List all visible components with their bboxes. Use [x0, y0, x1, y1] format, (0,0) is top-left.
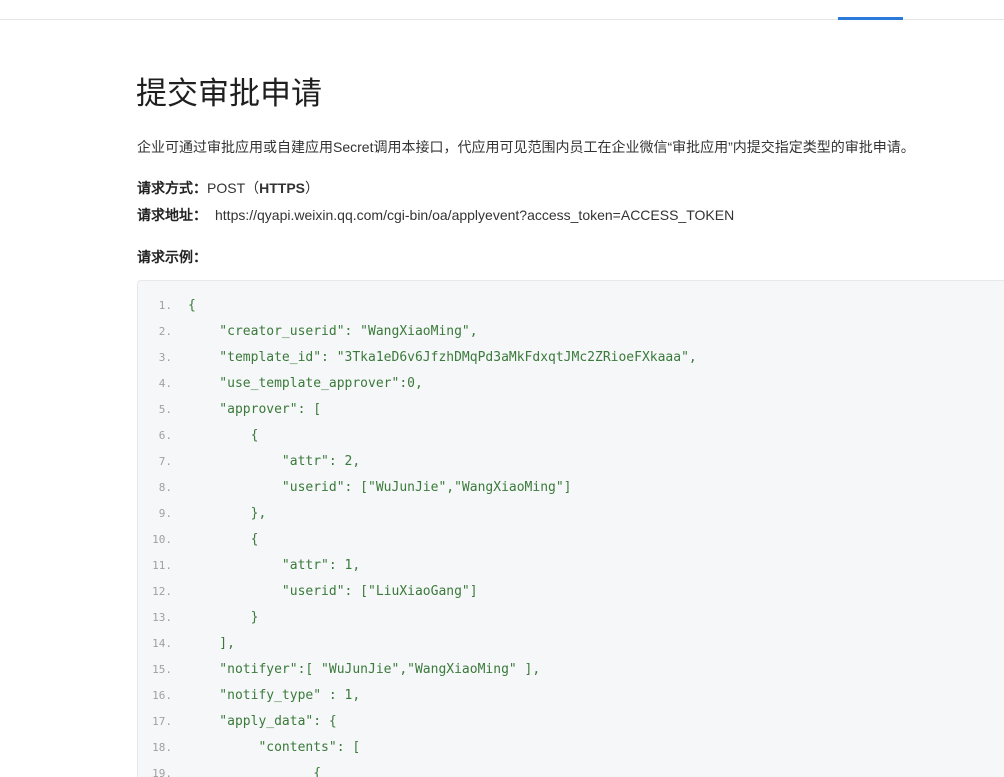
code-text: {	[188, 298, 196, 313]
code-text: ],	[188, 636, 235, 651]
request-url-row: 请求地址： https://qyapi.weixin.qq.com/cgi-bin…	[137, 205, 734, 225]
line-number: 6.	[158, 429, 172, 442]
code-text: "creator_userid": "WangXiaoMing",	[188, 324, 478, 339]
line-number: 18.	[152, 741, 172, 754]
code-text: "attr": 1,	[188, 558, 361, 573]
line-number: 16.	[152, 689, 172, 702]
code-text: "use_template_approver":0,	[188, 376, 423, 391]
request-method-row: 请求方式：POST（HTTPS）	[137, 178, 319, 198]
code-text: "attr": 2,	[188, 454, 361, 469]
code-block[interactable]: 1. {2. "creator_userid": "WangXiaoMing", 3…	[137, 280, 1004, 777]
line-number: 2.	[158, 325, 172, 338]
request-url-label: 请求地址：	[137, 207, 207, 223]
top-nav-bar	[0, 0, 1004, 20]
code-text: "approver": [	[188, 402, 322, 417]
line-number: 14.	[152, 637, 172, 650]
line-number: 12.	[152, 585, 172, 598]
code-text: "template_id": "3Tka1eD6v6JfzhDMqPd3aMkF…	[188, 350, 697, 365]
request-method-protocol: HTTPS	[259, 180, 306, 196]
code-text: "userid": ["WuJunJie","WangXiaoMing"]	[188, 480, 572, 495]
request-method-close: ）	[305, 180, 320, 196]
line-number: 4.	[158, 377, 172, 390]
line-number: 9.	[158, 507, 172, 520]
line-number: 10.	[152, 533, 172, 546]
code-text: {	[188, 428, 259, 443]
line-number: 5.	[158, 403, 172, 416]
line-number: 19.	[152, 767, 172, 777]
line-number: 13.	[152, 611, 172, 624]
code-text: "apply_data": {	[188, 714, 337, 729]
request-example-label: 请求示例：	[137, 249, 207, 265]
code-text: {	[188, 532, 259, 547]
line-number: 3.	[158, 351, 172, 364]
api-description: 企业可通过审批应用或自建应用Secret调用本接口，代应用可见范围内员工在企业微…	[137, 139, 915, 155]
request-url-value[interactable]: https://qyapi.weixin.qq.com/cgi-bin/oa/a…	[215, 207, 734, 223]
code-text: "notify_type" : 1,	[188, 688, 361, 703]
page-title: 提交审批申请	[136, 76, 322, 111]
request-method-value: POST（	[207, 180, 260, 196]
line-number: 1.	[158, 299, 172, 312]
line-number: 15.	[152, 663, 172, 676]
code-text: "contents": [	[188, 740, 361, 755]
code-text: "userid": ["LiuXiaoGang"]	[188, 584, 478, 599]
code-text: },	[188, 506, 267, 521]
line-number: 17.	[152, 715, 172, 728]
code-text: {	[188, 766, 322, 777]
active-tab-indicator	[838, 17, 903, 20]
code-text: "notifyer":[ "WuJunJie","WangXiaoMing" ]…	[188, 662, 541, 677]
request-method-label: 请求方式：	[137, 180, 207, 196]
line-number: 11.	[152, 559, 172, 572]
line-number: 8.	[158, 481, 172, 494]
code-text: }	[188, 610, 259, 625]
line-number: 7.	[158, 455, 172, 468]
